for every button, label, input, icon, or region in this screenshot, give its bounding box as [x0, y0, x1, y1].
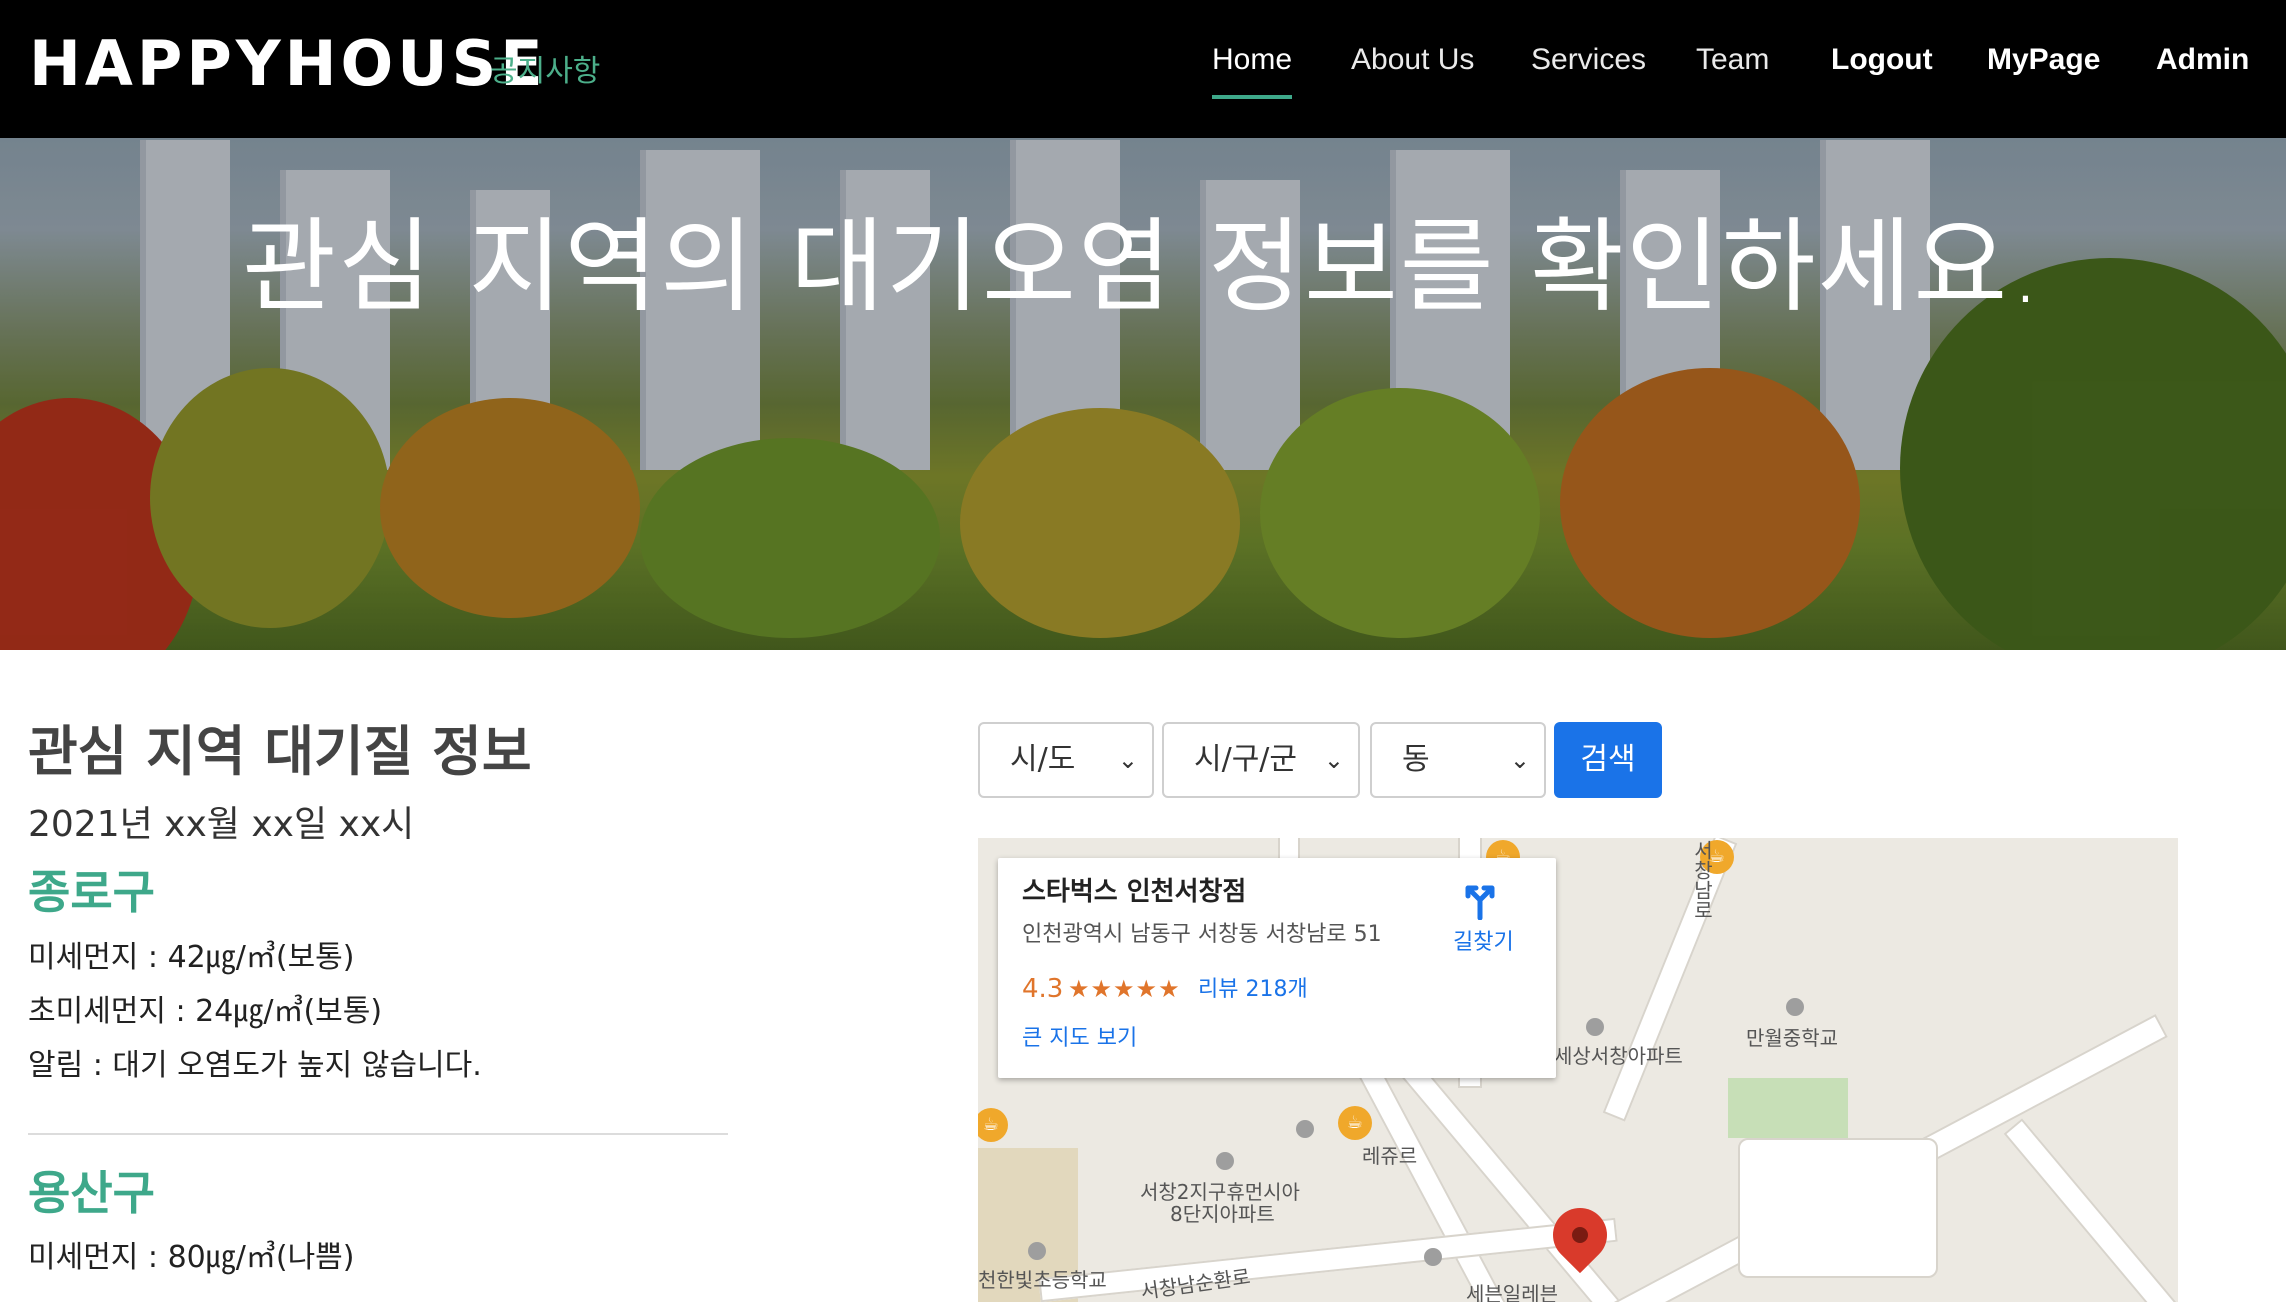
map-label: 레쥬르 — [1362, 1144, 1418, 1168]
map-road — [1602, 838, 1738, 1122]
pm10-info: 미세먼지 : 80㎍/㎥(나쁨) — [28, 1240, 355, 1275]
dong-select[interactable]: 동 ⌄ — [1370, 722, 1546, 798]
nav-mypage[interactable]: MyPage — [1987, 40, 2100, 80]
brand-logo[interactable]: HAPPYHOUSE — [29, 24, 547, 104]
map-label: 만월중학교 — [1746, 1026, 1838, 1050]
cafe-poi-icon[interactable]: ☕ — [978, 1108, 1008, 1142]
map-road — [2003, 1118, 2177, 1302]
chevron-down-icon: ⌄ — [1509, 746, 1530, 774]
top-navbar: HAPPYHOUSE 공지사항 Home About Us Services T… — [0, 0, 2286, 138]
hero-banner: 관심 지역의 대기오염 정보를 확인하세요. — [0, 138, 2286, 650]
district-divider — [28, 1133, 728, 1135]
search-button[interactable]: 검색 — [1554, 722, 1662, 798]
map-block — [1738, 1138, 1938, 1278]
sido-select[interactable]: 시/도 ⌄ — [978, 722, 1154, 798]
notice-link[interactable]: 공지사항 — [490, 52, 600, 92]
dong-select-value: 동 — [1402, 742, 1430, 777]
poi-dot-icon — [1586, 1018, 1604, 1036]
directions-link[interactable]: 길찾기 — [1453, 928, 1514, 958]
chevron-down-icon: ⌄ — [1117, 746, 1138, 774]
district-name: 용산구 — [28, 1166, 155, 1220]
poi-dot-icon — [1424, 1248, 1442, 1266]
location-pin-center — [1572, 1227, 1588, 1243]
view-larger-map-link[interactable]: 큰 지도 보기 — [1022, 1024, 1137, 1054]
star-rating-icon: ★★★★★ — [1068, 975, 1181, 1003]
nav-logout[interactable]: Logout — [1831, 40, 1933, 80]
poi-dot-icon — [1296, 1120, 1314, 1138]
nav-home[interactable]: Home — [1212, 40, 1292, 80]
nav-services[interactable]: Services — [1531, 40, 1646, 80]
place-name: 스타벅스 인천서창점 — [1022, 877, 1247, 907]
place-rating: 4.3 — [1022, 974, 1064, 1004]
map-label: 8단지아파트 — [1170, 1202, 1275, 1226]
reviews-link[interactable]: 리뷰 218개 — [1198, 974, 1308, 1006]
poi-dot-icon — [1216, 1152, 1234, 1170]
pm10-info: 미세먼지 : 42㎍/㎥(보통) — [28, 940, 355, 975]
poi-dot-icon — [1786, 998, 1804, 1016]
sido-select-value: 시/도 — [1010, 742, 1076, 777]
map-label: 세븐일레븐 — [1466, 1282, 1558, 1302]
directions-icon[interactable] — [1460, 880, 1500, 920]
pm25-info: 초미세먼지 : 24㎍/㎥(보통) — [28, 994, 383, 1029]
nav-team[interactable]: Team — [1696, 40, 1769, 80]
chevron-down-icon: ⌄ — [1323, 746, 1344, 774]
nav-active-indicator — [1212, 95, 1292, 99]
district-name: 종로구 — [28, 865, 155, 919]
nav-admin[interactable]: Admin — [2156, 40, 2249, 80]
place-address: 인천광역시 남동구 서창동 서창남로 51 — [1022, 922, 1382, 947]
place-info-card: 스타벅스 인천서창점 인천광역시 남동구 서창동 서창남로 51 4.3 ★★★… — [998, 858, 1556, 1078]
map-label: 서창남로 — [1690, 840, 1714, 920]
map-label: 천한빛초등학교 — [978, 1268, 1107, 1292]
map-park — [1728, 1078, 1848, 1138]
cafe-poi-icon[interactable]: ☕ — [1338, 1106, 1372, 1140]
air-quality-date: 2021년 xx월 xx일 xx시 — [28, 804, 415, 845]
alert-info: 알림 : 대기 오염도가 높지 않습니다. — [28, 1048, 482, 1083]
nav-about-us[interactable]: About Us — [1351, 40, 1474, 80]
gugun-select-value: 시/구/군 — [1194, 742, 1298, 777]
air-quality-title: 관심 지역 대기질 정보 — [28, 720, 532, 783]
map-label: 세상서창아파트 — [1554, 1044, 1683, 1068]
poi-dot-icon — [1028, 1242, 1046, 1260]
gugun-select[interactable]: 시/구/군 ⌄ — [1162, 722, 1360, 798]
hero-title: 관심 지역의 대기오염 정보를 확인하세요. — [242, 208, 2044, 327]
